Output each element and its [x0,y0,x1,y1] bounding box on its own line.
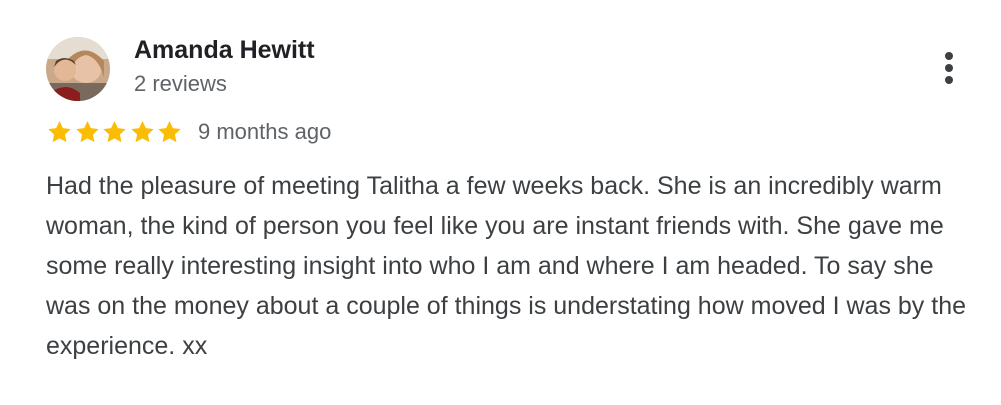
review-count[interactable]: 2 reviews [134,71,227,97]
star-icon [158,120,181,143]
review-card: Amanda Hewitt 2 reviews 9 months ago Had… [0,0,1001,405]
avatar[interactable] [46,37,110,101]
star-icon [75,120,99,143]
reviewer-name[interactable]: Amanda Hewitt [134,36,315,65]
review-text: Had the pleasure of meeting Talitha a fe… [46,172,966,360]
star-icon [48,120,71,143]
star-icon [103,120,126,143]
star-icon [130,120,154,143]
review-timestamp: 9 months ago [198,119,332,144]
avatar-photo [46,37,110,101]
more-options-button[interactable] [930,46,970,90]
star-rating [46,118,184,146]
